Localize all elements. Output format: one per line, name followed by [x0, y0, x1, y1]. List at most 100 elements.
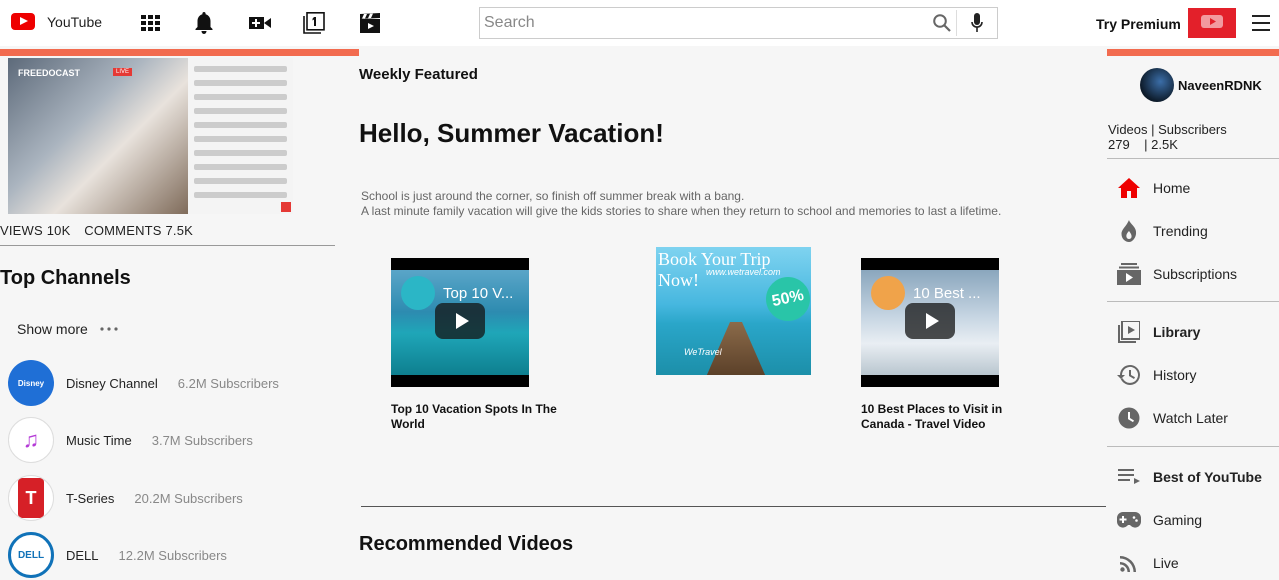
video-card[interactable]: Top 10 V... Top 10 Vacation Spots In The… — [391, 258, 571, 432]
channel-name: T-Series — [66, 490, 115, 506]
nav-item-live[interactable]: Live — [1117, 551, 1179, 575]
live-icon — [1117, 551, 1141, 575]
hamburger-menu-icon[interactable] — [1252, 15, 1270, 31]
username: NaveenRDNK — [1178, 77, 1262, 93]
clock-icon — [1117, 406, 1141, 430]
live-chat-panel — [188, 58, 293, 214]
nav-label: Watch Later — [1153, 410, 1228, 426]
nav-item-home[interactable]: Home — [1117, 176, 1190, 200]
divider — [0, 245, 335, 246]
channel-avatar: DELL — [8, 532, 54, 578]
channel-avatar: ♫ — [8, 417, 54, 463]
video-camera-icon[interactable] — [248, 11, 272, 35]
hero-description: School is just around the corner, so fin… — [361, 189, 1001, 219]
clapperboard-icon[interactable] — [358, 11, 382, 35]
channel-item-music-time[interactable]: ♫ Music Time 3.7M Subscribers — [8, 417, 253, 463]
nav-item-subscriptions[interactable]: Subscriptions — [1117, 262, 1237, 286]
channel-icon — [401, 276, 435, 310]
library-icon — [1117, 320, 1141, 344]
nav-label: Library — [1153, 324, 1201, 340]
nav-item-library[interactable]: Library — [1117, 320, 1200, 344]
channel-subscribers: 20.2M Subscribers — [134, 490, 243, 506]
search-box — [479, 7, 998, 39]
nav-label: Home — [1153, 180, 1191, 196]
nav-label: Trending — [1153, 223, 1208, 239]
ad-brand: WeTravel — [684, 347, 722, 357]
premium-logo[interactable] — [1188, 8, 1236, 38]
main-content: Weekly Featured Hello, Summer Vacation! … — [345, 56, 1106, 580]
channel-subscribers: 12.2M Subscribers — [118, 547, 227, 563]
featured-live-thumbnail[interactable]: FREEDOCAST LIVE — [8, 58, 293, 214]
youtube-logo-icon — [11, 13, 35, 30]
search-icon[interactable] — [927, 10, 957, 36]
channel-item-dell[interactable]: DELL DELL 12.2M Subscribers — [8, 532, 227, 578]
nav-item-trending[interactable]: Trending — [1117, 219, 1208, 243]
show-more-label: Show more — [17, 321, 88, 337]
play-icon[interactable] — [905, 303, 955, 339]
nav-label: Best of YouTube — [1153, 469, 1262, 485]
divider — [1107, 446, 1279, 447]
flame-icon — [1117, 219, 1141, 243]
video-title[interactable]: 10 Best Places to Visit in Canada - Trav… — [861, 402, 1041, 432]
video-card[interactable]: 10 Best ... 10 Best Places to Visit in C… — [861, 258, 1041, 432]
channel-avatar: T — [8, 475, 54, 521]
avatar[interactable] — [1140, 68, 1174, 102]
channel-item-t-series[interactable]: T T-Series 20.2M Subscribers — [8, 475, 243, 521]
views-count: VIEWS 10K — [0, 223, 71, 238]
left-column: FREEDOCAST LIVE VIEWS 10K COMMENTS 7.5K … — [0, 56, 335, 580]
channel-item-disney[interactable]: Disney Disney Channel 6.2M Subscribers — [8, 360, 279, 406]
search-input[interactable] — [480, 8, 930, 38]
show-more-button[interactable]: Show more — [17, 321, 118, 337]
channel-subscribers: 3.7M Subscribers — [151, 432, 253, 448]
chat-send-icon — [281, 202, 291, 212]
nav-label: Subscriptions — [1153, 266, 1238, 282]
more-dots-icon — [100, 327, 118, 331]
video-title[interactable]: Top 10 Vacation Spots In The World — [391, 402, 571, 432]
top-channels-title: Top Channels — [0, 267, 131, 289]
thumbnail-brand: FREEDOCAST — [18, 68, 81, 78]
divider — [1107, 158, 1279, 159]
video-thumbnail[interactable]: Top 10 V... — [391, 258, 529, 387]
live-badge: LIVE — [113, 68, 133, 76]
gamepad-icon — [1117, 508, 1141, 532]
bell-icon[interactable] — [192, 11, 216, 35]
user-profile[interactable]: NaveenRDNK — [1140, 68, 1262, 102]
logo-text: YouTube — [47, 13, 103, 30]
weekly-featured-label: Weekly Featured — [359, 66, 478, 83]
ad-url: www.wetravel.com — [706, 267, 781, 277]
history-icon — [1117, 363, 1141, 387]
thumbnail-title-text: 10 Best ... — [913, 284, 981, 302]
user-stats-header: Videos | Subscribers — [1108, 122, 1227, 137]
top-bar: YouTube Try Premium — [0, 0, 1279, 46]
divider — [361, 506, 1106, 507]
youtube-logo[interactable]: YouTube — [11, 13, 102, 30]
video-stats: VIEWS 10K COMMENTS 7.5K — [0, 223, 203, 238]
comments-count: COMMENTS 7.5K — [84, 223, 194, 238]
try-premium-link[interactable]: Try Premium — [1096, 16, 1181, 32]
apps-icon[interactable] — [139, 11, 163, 35]
microphone-icon[interactable] — [963, 10, 991, 36]
nav-item-watch-later[interactable]: Watch Later — [1117, 406, 1228, 430]
list-icon — [1117, 465, 1141, 489]
video-thumbnail[interactable]: 10 Best ... — [861, 258, 999, 387]
hero-desc-line-1: School is just around the corner, so fin… — [361, 189, 745, 203]
play-icon[interactable] — [435, 303, 485, 339]
nav-item-history[interactable]: History — [1117, 363, 1197, 387]
user-stats: Videos | Subscribers 279 | 2.5K — [1108, 122, 1227, 152]
subscriptions-icon — [1117, 262, 1141, 286]
featured-photo — [8, 58, 188, 214]
channel-subscribers: 6.2M Subscribers — [177, 375, 279, 391]
nav-item-gaming[interactable]: Gaming — [1117, 508, 1202, 532]
divider — [1107, 301, 1279, 302]
t-series-logo: T — [18, 478, 44, 518]
channel-name: Music Time — [66, 432, 132, 448]
thumbnail-title-text: Top 10 V... — [443, 284, 514, 302]
queue-icon[interactable] — [302, 11, 326, 35]
hero-desc-line-2: A last minute family vacation will give … — [361, 204, 1002, 218]
nav-item-best-of-youtube[interactable]: Best of YouTube — [1117, 465, 1262, 489]
accent-bar-left — [0, 49, 359, 56]
hero-title: Hello, Summer Vacation! — [359, 118, 664, 148]
accent-bar-right — [1107, 49, 1279, 56]
travel-ad-banner[interactable]: Book Your Trip Now! www.wetravel.com 50%… — [656, 247, 811, 375]
nav-label: Gaming — [1153, 512, 1203, 528]
